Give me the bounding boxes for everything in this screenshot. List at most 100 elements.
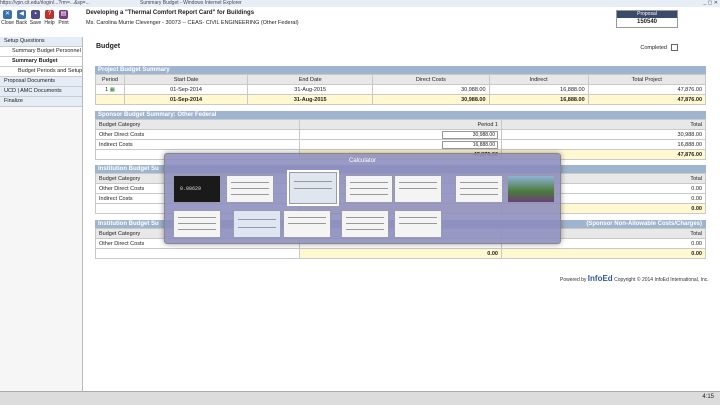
indirect-costs-input[interactable]: 16,888.00: [442, 140, 498, 149]
save-icon: ▪: [31, 10, 40, 19]
sidebar-item-budget-periods[interactable]: Budget Periods and Setups: [0, 67, 82, 77]
proposal-title: Developing a "Thermal Comfort Report Car…: [86, 10, 255, 16]
print-icon: ▤: [59, 10, 68, 19]
main-content: Budget Completed Project Budget Summary …: [92, 37, 707, 259]
sidebar-item-summary-budget[interactable]: Summary Budget: [0, 57, 82, 67]
back-icon: ◀: [17, 10, 26, 19]
copyright-text: Copyright © 2014 InfoEd International, I…: [614, 277, 709, 283]
completed-label: Completed: [640, 44, 667, 51]
window-thumbnail[interactable]: [173, 210, 221, 238]
project-summary-title: Project Budget Summary: [95, 66, 706, 74]
sidebar-item-setup-questions[interactable]: Setup Questions: [0, 37, 82, 47]
back-label: Back: [15, 20, 28, 26]
table-cell: 16,888.00: [501, 139, 706, 150]
other-direct-costs-input[interactable]: 30,988.00: [442, 130, 498, 139]
input-cell: 30,988.00: [299, 129, 502, 140]
print-button[interactable]: ▤ Print: [57, 10, 70, 26]
input-cell: 16,888.00: [299, 139, 502, 150]
table-cell: [95, 94, 125, 105]
save-label: Save: [29, 20, 42, 26]
switcher-title: Calculator: [348, 158, 376, 164]
toolbar: ✕ Close ◀ Back ▪ Save ? Help ▤ Print: [0, 7, 82, 37]
window-title: Summary Budget - Windows Internet Explor…: [140, 0, 242, 6]
window-thumbnail-selected[interactable]: [287, 170, 339, 206]
col-header: Period: [95, 74, 125, 85]
window-thumbnail[interactable]: [233, 210, 281, 238]
help-label: Help: [44, 20, 55, 26]
calculator-thumbnail[interactable]: 0.00629: [173, 175, 221, 203]
table-cell: 47,876.00: [587, 84, 707, 95]
table-cell: 31-Aug-2015: [247, 84, 374, 95]
table-cell: 0.00: [299, 248, 502, 259]
window-thumbnail[interactable]: [226, 175, 274, 203]
col-header: End Date: [247, 74, 374, 85]
window-thumbnail[interactable]: [283, 210, 331, 238]
proposal-number: 150540: [636, 19, 658, 25]
powered-by-label: Powered by: [560, 277, 587, 283]
print-label: Print: [58, 20, 69, 26]
col-header: Start Date: [123, 74, 249, 85]
table-cell: 16,888.00: [488, 94, 589, 105]
footer: Powered by InfoEd Copyright © 2014 InfoE…: [560, 274, 709, 283]
table-cell: 47,876.00: [587, 94, 707, 105]
window-thumbnail[interactable]: [394, 210, 442, 238]
window-thumbnail[interactable]: [455, 175, 503, 203]
proposal-label: Proposal: [617, 11, 677, 18]
table-cell: 16,888.00: [488, 84, 589, 95]
page-title: Budget: [96, 43, 121, 50]
table-row: Indirect Costs 16,888.00 16,888.00: [95, 139, 706, 150]
help-icon: ?: [45, 10, 54, 19]
table-cell: 01-Sep-2014: [123, 84, 249, 95]
proposal-number-box: Proposal 150540: [616, 10, 678, 28]
window-thumbnail[interactable]: [341, 210, 389, 238]
col-header: Direct Costs: [372, 74, 490, 85]
section-title: Institution Budget Su: [98, 221, 159, 227]
clock: 4:15: [702, 394, 714, 400]
col-header: Budget Category: [95, 119, 300, 130]
close-icon: ✕: [3, 10, 12, 19]
infoed-logo: InfoEd: [587, 274, 613, 283]
save-button[interactable]: ▪ Save: [29, 10, 42, 26]
sidebar-item-ucd-amc-documents[interactable]: UCD | AMC Documents: [0, 87, 82, 97]
period-number: 1: [105, 86, 109, 93]
table-cell: Other Direct Costs: [95, 129, 300, 140]
table-row: 1 ▦ 01-Sep-2014 31-Aug-2015 30,988.00 16…: [95, 84, 707, 95]
window-switcher-overlay: Calculator 0.00629: [164, 153, 561, 244]
window-thumbnail[interactable]: [394, 175, 442, 203]
window-titlebar: https://vpn.cit.edu/rlogin/...?rm=...&sp…: [0, 0, 720, 7]
table-cell: 30,988.00: [501, 129, 706, 140]
completed-toggle[interactable]: Completed: [640, 44, 678, 51]
calculator-display: 0.00629: [180, 186, 202, 192]
taskbar: 4:15: [0, 391, 720, 405]
section-right-title: (Sponsor Non-Allowable Costs/Charges): [586, 221, 702, 227]
sidebar-item-proposal-documents[interactable]: Proposal Documents: [0, 77, 82, 87]
close-label: Close: [1, 20, 14, 26]
project-summary-table: Period Start Date End Date Direct Costs …: [95, 74, 707, 105]
table-cell: [95, 248, 300, 259]
table-header-row: Budget Category Period 1 Total: [95, 119, 706, 130]
table-total-row: 01-Sep-2014 31-Aug-2015 30,988.00 16,888…: [95, 94, 707, 105]
proposal-header: Developing a "Thermal Comfort Report Car…: [82, 7, 720, 37]
sidebar: Setup Questions Summary Budget Personnel…: [0, 37, 83, 391]
table-row: Other Direct Costs 30,988.00 30,988.00: [95, 129, 706, 140]
table-cell: Indirect Costs: [95, 139, 300, 150]
window-title-url: https://vpn.cit.edu/rlogin/...?rm=...&sp…: [0, 0, 90, 6]
sponsor-summary-title: Sponsor Budget Summary: Other Federal: [95, 111, 706, 119]
table-cell: 30,988.00: [372, 94, 490, 105]
edit-icon[interactable]: ▦: [110, 87, 115, 93]
image-thumbnail[interactable]: [507, 175, 555, 203]
close-button[interactable]: ✕ Close: [1, 10, 14, 26]
proposal-subtitle: Ms. Carolina Murrie Clevenger - 30073 --…: [86, 20, 299, 26]
window-thumbnail[interactable]: [345, 175, 393, 203]
sidebar-item-finalize[interactable]: Finalize: [0, 97, 82, 107]
table-header-row: Period Start Date End Date Direct Costs …: [95, 74, 707, 85]
table-cell: 0.00: [501, 248, 706, 259]
completed-checkbox[interactable]: [671, 44, 678, 51]
col-header: Total Project: [587, 74, 707, 85]
help-button[interactable]: ? Help: [43, 10, 56, 26]
period-cell[interactable]: 1 ▦: [95, 84, 125, 95]
col-header: Indirect: [488, 74, 589, 85]
sidebar-item-summary-budget-personnel[interactable]: Summary Budget Personnel: [0, 47, 82, 57]
back-button[interactable]: ◀ Back: [15, 10, 28, 26]
window-controls[interactable]: _ ▢ ✕: [704, 0, 718, 7]
